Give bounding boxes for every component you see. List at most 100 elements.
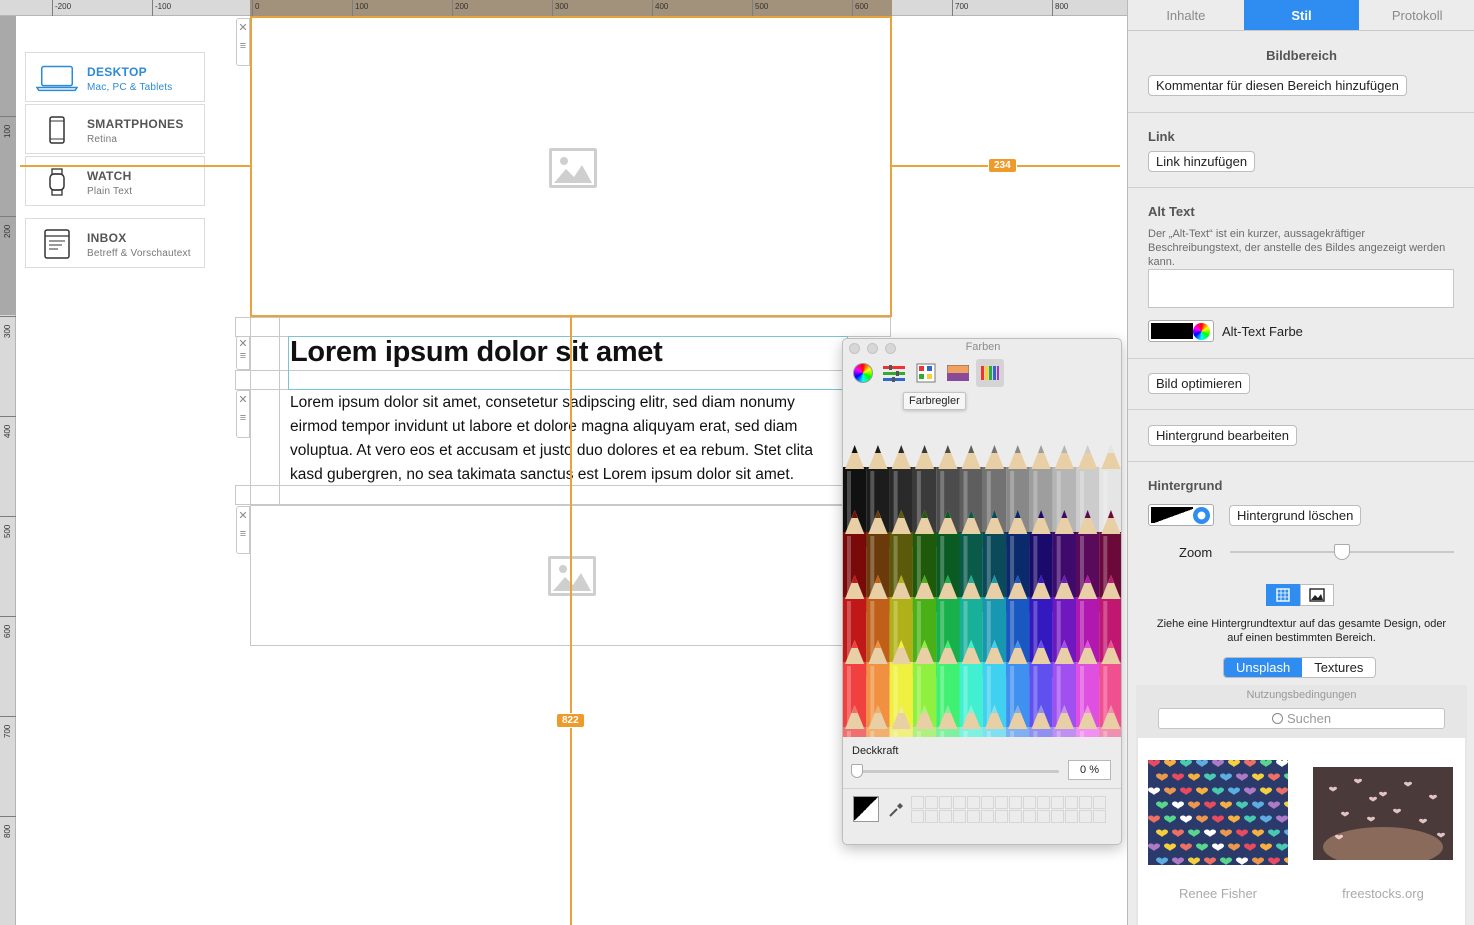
swatch-slot[interactable] [1037, 810, 1050, 823]
image-block-bottom[interactable] [250, 505, 850, 646]
colors-panel[interactable]: Farben Farbregler Deckkraft 0 % [842, 338, 1122, 845]
swatch-slot[interactable] [981, 796, 994, 809]
swatch-slot[interactable] [911, 796, 924, 809]
divider [1128, 358, 1474, 359]
photo-thumbnail-hearts[interactable] [1148, 760, 1288, 865]
optimize-image-button[interactable]: Bild optimieren [1148, 373, 1250, 394]
search-input[interactable]: Suchen [1158, 708, 1445, 729]
color-swatch [1151, 323, 1193, 339]
close-icon[interactable]: ✕ [237, 393, 249, 406]
tab-protokoll[interactable]: Protokoll [1359, 0, 1474, 30]
add-comment-button[interactable]: Kommentar für diesen Bereich hinzufügen [1148, 75, 1407, 96]
column-guide [250, 317, 280, 505]
block-handle[interactable]: ✕ ≡ [236, 336, 250, 370]
edit-background-button[interactable]: Hintergrund bearbeiten [1148, 425, 1297, 446]
alt-text-color-well[interactable] [1148, 320, 1214, 342]
swatch-slot[interactable] [1065, 796, 1078, 809]
paragraph-text[interactable]: Lorem ipsum dolor sit amet, consetetur s… [290, 391, 845, 487]
photo-credit[interactable]: Renee Fisher [1148, 886, 1288, 901]
device-smartphones[interactable]: SMARTPHONES Retina [25, 104, 205, 154]
swatch-slot[interactable] [1079, 810, 1092, 823]
swatch-slot[interactable] [925, 810, 938, 823]
ruler-label: 200 [455, 2, 469, 11]
heading-text[interactable]: Lorem ipsum dolor sit amet [290, 336, 663, 369]
background-color-well[interactable] [1148, 504, 1214, 526]
smartphone-icon [36, 115, 78, 145]
drag-handle-icon[interactable]: ≡ [237, 412, 249, 424]
ruler-tick [0, 716, 16, 717]
swatch-slot[interactable] [1093, 796, 1106, 809]
image-palette-icon[interactable] [944, 359, 972, 387]
swatch-slot[interactable] [1079, 796, 1092, 809]
colors-toolbar [843, 359, 1121, 391]
add-link-button[interactable]: Link hinzufügen [1148, 151, 1256, 172]
swatch-slot[interactable] [981, 810, 994, 823]
ruler-top[interactable]: -200 -100 0 100 200 300 400 500 600 700 800 [0, 0, 1127, 16]
device-desktop[interactable]: DESKTOP Mac, PC & Tablets [25, 52, 205, 102]
swatch-slot[interactable] [1093, 810, 1106, 823]
terms-link[interactable]: Nutzungsbedingungen [1136, 689, 1467, 701]
crayon-picker[interactable] [843, 439, 1121, 737]
swatch-slot[interactable] [1051, 796, 1064, 809]
opacity-slider-thumb[interactable] [851, 764, 863, 778]
watch-icon [36, 167, 78, 197]
swatch-slot[interactable] [1023, 796, 1036, 809]
swatch-slot[interactable] [925, 796, 938, 809]
swatch-slot[interactable] [953, 810, 966, 823]
swatch-slot[interactable] [995, 796, 1008, 809]
tile-mode-button[interactable] [1266, 584, 1300, 606]
image-mode-button[interactable] [1300, 584, 1334, 606]
sliders-icon[interactable] [880, 359, 908, 387]
drag-handle-icon[interactable]: ≡ [237, 40, 249, 52]
photo-thumbnail-bokeh[interactable] [1313, 767, 1453, 860]
palettes-icon[interactable] [912, 359, 940, 387]
swatch-slot[interactable] [1009, 796, 1022, 809]
swatch-slot[interactable] [953, 796, 966, 809]
swatch-slot[interactable] [967, 796, 980, 809]
color-wheel-icon[interactable] [849, 359, 877, 387]
ruler-tick [0, 216, 16, 217]
drag-handle-icon[interactable]: ≡ [237, 528, 249, 540]
swatch-slot[interactable] [1051, 810, 1064, 823]
swatch-slot[interactable] [911, 810, 924, 823]
ruler-label: 200 [3, 224, 12, 238]
alt-text-input[interactable] [1148, 269, 1454, 308]
block-handle[interactable]: ✕ ≡ [236, 18, 250, 66]
opacity-slider-track[interactable] [855, 770, 1059, 773]
device-inbox[interactable]: INBOX Betreff & Vorschautext [25, 218, 205, 268]
delete-background-button[interactable]: Hintergrund löschen [1229, 505, 1362, 526]
tab-inhalte[interactable]: Inhalte [1128, 0, 1244, 30]
inbox-icon [36, 229, 78, 259]
tab-textures[interactable]: Textures [1302, 658, 1375, 677]
tab-stil[interactable]: Stil [1243, 0, 1360, 30]
swatch-slot[interactable] [939, 796, 952, 809]
texture-hint: Ziehe eine Hintergrundtextur auf das ges… [1156, 618, 1447, 644]
close-icon[interactable]: ✕ [237, 21, 249, 34]
device-watch[interactable]: WATCH Plain Text [25, 156, 205, 206]
ruler-left[interactable]: 100 200 300 400 500 600 700 800 [0, 16, 16, 925]
block-handle[interactable]: ✕ ≡ [236, 506, 250, 554]
drag-handle-icon[interactable]: ≡ [237, 350, 249, 362]
image-block-top[interactable] [250, 16, 892, 317]
tab-unsplash[interactable]: Unsplash [1224, 658, 1303, 677]
swatch-slot[interactable] [1023, 810, 1036, 823]
photo-credit[interactable]: freestocks.org [1313, 886, 1453, 901]
swatch-slot[interactable] [995, 810, 1008, 823]
swatch-slot[interactable] [1037, 796, 1050, 809]
zoom-slider-thumb[interactable] [1334, 544, 1350, 560]
pencils-icon[interactable] [976, 359, 1004, 387]
saved-swatches-grid[interactable] [911, 796, 1106, 823]
swatch-slot[interactable] [1009, 810, 1022, 823]
opacity-value-field[interactable]: 0 % [1068, 760, 1111, 780]
close-icon[interactable]: ✕ [237, 337, 249, 350]
swatch-slot[interactable] [967, 810, 980, 823]
swatch-slot[interactable] [1065, 810, 1078, 823]
ruler-label: 100 [3, 124, 12, 138]
eyedropper-icon[interactable] [887, 801, 905, 819]
close-icon[interactable]: ✕ [237, 509, 249, 522]
current-color-swatch[interactable] [853, 796, 879, 822]
block-handle[interactable]: ✕ ≡ [236, 390, 250, 438]
color-wheel-icon [1193, 323, 1210, 340]
swatch-slot[interactable] [939, 810, 952, 823]
ruler-top-selection [250, 0, 892, 16]
